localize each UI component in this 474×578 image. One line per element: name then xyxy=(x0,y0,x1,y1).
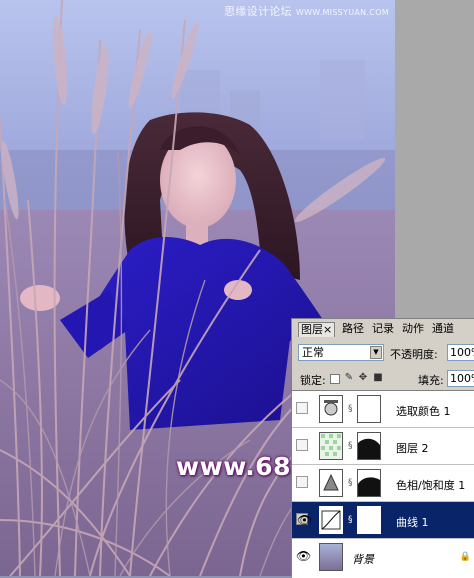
chain-link-icon[interactable]: § xyxy=(348,515,354,525)
visibility-toggle[interactable] xyxy=(296,476,308,488)
canvas-margin xyxy=(395,0,474,318)
lock-paint-icon[interactable]: ✎ xyxy=(344,373,354,383)
photo-thumbnail xyxy=(319,543,343,571)
chevron-down-icon[interactable]: ▼ xyxy=(370,346,382,359)
lock-all-icon[interactable]: ■ xyxy=(373,373,383,383)
tab-layers-label: 图层 xyxy=(301,323,323,336)
eye-icon[interactable]: 👁 xyxy=(296,550,311,562)
close-icon[interactable]: × xyxy=(323,323,332,336)
layer-mask-thumbnail[interactable] xyxy=(357,395,381,423)
layer-row-selective-color[interactable]: § 选取颜色 1 xyxy=(292,391,474,428)
lock-transparency-icon[interactable] xyxy=(330,374,340,384)
chain-link-icon[interactable]: § xyxy=(348,404,354,414)
watermark-top: 思缘设计论坛 WWW.MISSYUAN.COM xyxy=(224,3,389,19)
opacity-label: 不透明度: xyxy=(390,348,438,361)
lock-row: 锁定: ✎ ✥ ■ 填充: 100% xyxy=(298,370,474,388)
lock-label: 锁定: xyxy=(300,374,326,387)
panel-tabs: 图层× 路径 记录 动作 通道 xyxy=(292,322,474,337)
layer-name: 背景 xyxy=(352,553,374,566)
watermark-site-url: WWW.MISSYUAN.COM xyxy=(295,8,389,17)
visibility-toggle[interactable] xyxy=(296,439,308,451)
layer-mask-thumbnail[interactable] xyxy=(357,469,381,497)
layer-name: 选取颜色 1 xyxy=(396,405,451,418)
tab-channels[interactable]: 通道 xyxy=(432,322,454,336)
fill-label: 填充: xyxy=(418,374,444,387)
layer-name: 图层 2 xyxy=(396,442,429,455)
adjustment-thumbnail xyxy=(319,395,343,423)
chain-link-icon[interactable]: § xyxy=(348,441,354,451)
layer-row-curves[interactable]: 👁 § 曲线 1 xyxy=(292,502,474,539)
layer-thumbnail xyxy=(319,432,343,460)
chain-link-icon[interactable]: § xyxy=(348,478,354,488)
adjustment-thumbnail xyxy=(319,506,343,534)
eye-icon[interactable]: 👁 xyxy=(296,513,312,526)
visibility-toggle[interactable] xyxy=(296,402,308,414)
lock-move-icon[interactable]: ✥ xyxy=(358,373,368,383)
layer-row-background[interactable]: 👁 背景 🔒 xyxy=(292,539,474,576)
fill-input[interactable]: 100% xyxy=(447,370,474,387)
tab-history[interactable]: 记录 xyxy=(372,322,394,336)
opacity-input[interactable]: 100% xyxy=(447,344,474,361)
blend-mode-value: 正常 xyxy=(302,346,324,359)
tab-paths[interactable]: 路径 xyxy=(342,322,364,336)
watermark-site-name: 思缘设计论坛 xyxy=(224,5,292,18)
tab-actions[interactable]: 动作 xyxy=(402,322,424,336)
layer-name: 曲线 1 xyxy=(396,516,429,529)
layer-list: § 选取颜色 1 § 图层 2 § 色相/饱和度 1 👁 § 曲线 1 👁 背景… xyxy=(292,390,474,578)
blend-row: 正常 ▼ 不透明度: 100% xyxy=(298,344,474,362)
adjustment-thumbnail xyxy=(319,469,343,497)
layer-mask-thumbnail[interactable] xyxy=(357,506,381,534)
layer-mask-thumbnail[interactable] xyxy=(357,432,381,460)
layer-name: 色相/饱和度 1 xyxy=(396,479,466,492)
layers-panel: 图层× 路径 记录 动作 通道 正常 ▼ 不透明度: 100% 锁定: ✎ ✥ … xyxy=(291,318,474,578)
layer-row-layer2[interactable]: § 图层 2 xyxy=(292,428,474,465)
blend-mode-select[interactable]: 正常 ▼ xyxy=(298,344,384,361)
tab-layers[interactable]: 图层× xyxy=(298,322,336,337)
lock-icon: 🔒 xyxy=(459,552,471,562)
layer-row-hue-saturation[interactable]: § 色相/饱和度 1 xyxy=(292,465,474,502)
